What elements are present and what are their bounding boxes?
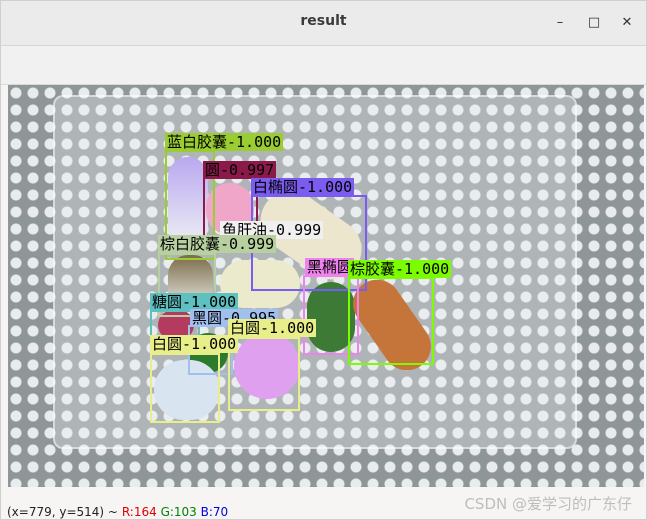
- maximize-button[interactable]: □: [583, 11, 605, 33]
- det-box-9: [228, 337, 300, 411]
- minimize-button[interactable]: –: [549, 11, 571, 33]
- watermark: CSDN @爱学习的广东仔: [464, 495, 632, 513]
- blue-value: B:70: [200, 505, 229, 519]
- status-bar: (x=779, y=514) ~ R:164 G:103 B:70 CSDN @…: [1, 491, 646, 519]
- det-label-6: 棕胶囊-1.000: [348, 260, 452, 278]
- minimize-icon: –: [556, 14, 564, 30]
- toolbar: [1, 46, 646, 85]
- det-label-10: 白圆-1.000: [150, 335, 239, 353]
- det-label-0: 蓝白胶囊-1.000: [165, 133, 284, 151]
- det-box-6: [348, 277, 434, 365]
- title-bar[interactable]: result – □ ✕: [1, 1, 646, 46]
- det-label-9: 白圆-1.000: [228, 319, 317, 337]
- close-button[interactable]: ✕: [616, 11, 638, 33]
- close-icon: ✕: [621, 14, 633, 30]
- det-label-4: 棕白胶囊-0.999: [158, 235, 277, 253]
- image-viewer-window: result – □ ✕ 蓝白胶囊-1.000 圆-0.997 白椭圆-1.00…: [0, 0, 647, 520]
- maximize-icon: □: [587, 14, 601, 30]
- image-canvas[interactable]: 蓝白胶囊-1.000 圆-0.997 白椭圆-1.000 鱼肝油-0.999 棕…: [8, 85, 644, 487]
- det-label-1: 圆-0.997: [203, 161, 277, 179]
- cursor-coords: (x=779, y=514) ~: [7, 505, 118, 519]
- pixel-readout: (x=779, y=514) ~ R:164 G:103 B:70: [7, 505, 228, 519]
- red-value: R:164: [121, 505, 157, 519]
- det-label-5: 黑椭圆: [305, 258, 355, 276]
- det-box-10: [150, 353, 220, 423]
- green-value: G:103: [160, 505, 197, 519]
- det-label-2: 白椭圆-1.000: [251, 178, 355, 196]
